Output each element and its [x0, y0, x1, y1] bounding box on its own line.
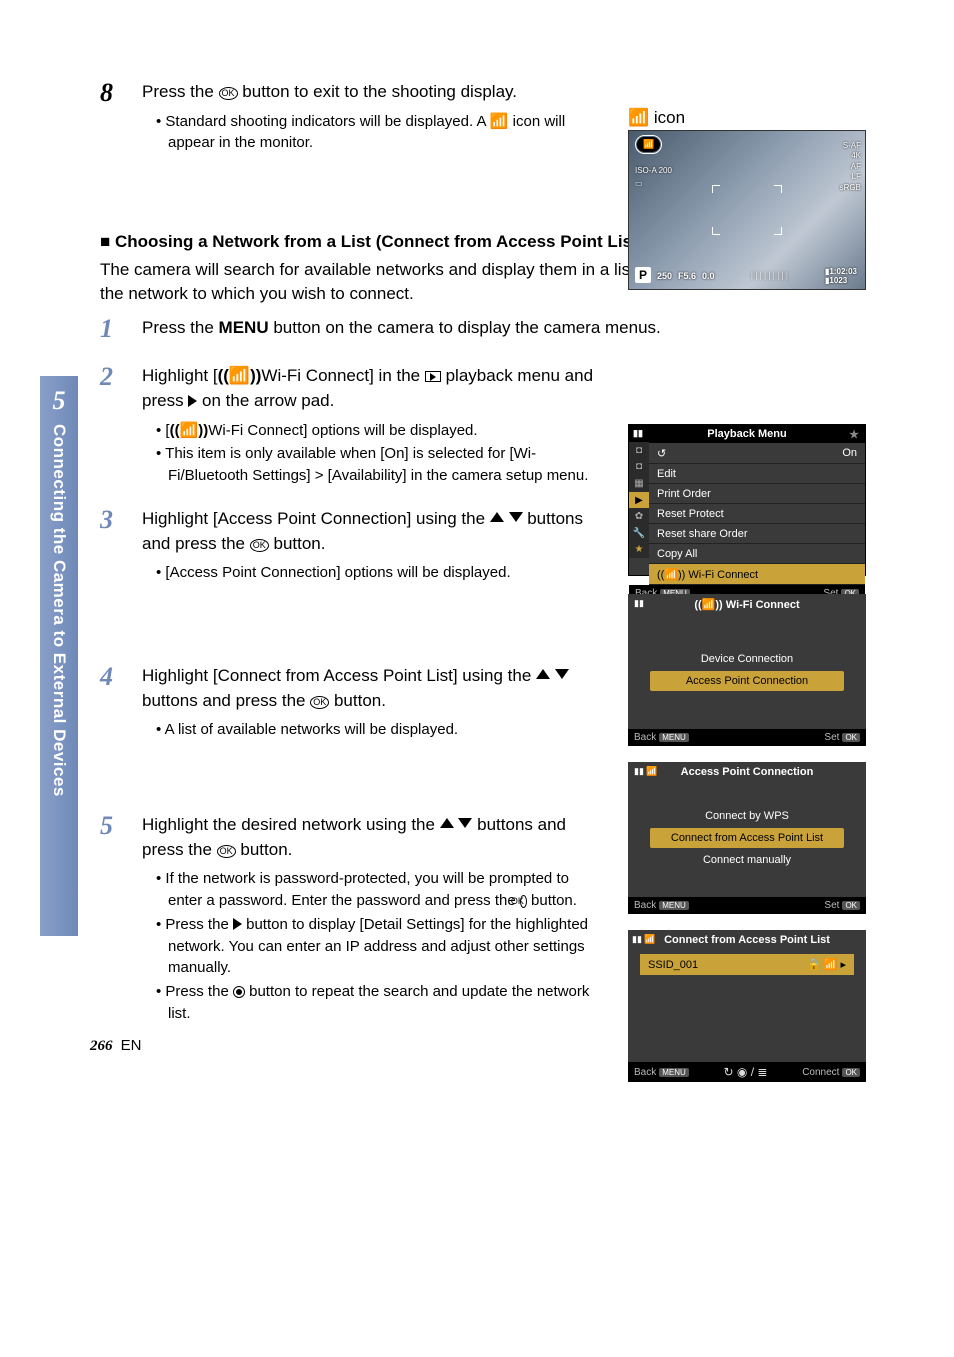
step-text: Press the OK button to exit to the shoot…	[142, 80, 602, 105]
wifi-signal-icon: ((📶))	[170, 422, 209, 439]
shooting-bottom-line: 250 F5.6 0.0 │││││││││ ▮1:02:03▮1023	[657, 267, 857, 285]
page-footer: 266 EN	[90, 1037, 142, 1055]
up-arrow-icon	[440, 818, 454, 828]
option-connect-wps[interactable]: Connect by WPS	[650, 806, 844, 826]
bullet: [((📶))Wi-Fi Connect] options will be dis…	[156, 420, 602, 442]
network-icons: 🔒 📶 ▸	[807, 958, 846, 971]
step-text: Highlight [((📶))Wi-Fi Connect] in the pl…	[142, 364, 602, 413]
set-label: SetOK	[824, 732, 860, 743]
figure-access-point-connection: ▮▮ 📶 Access Point Connection Connect by …	[628, 762, 866, 914]
focus-marks	[712, 185, 782, 235]
page-lang: EN	[121, 1037, 142, 1054]
bullet: This item is only available when [On] is…	[156, 443, 602, 487]
connect-label: ConnectOK	[802, 1067, 860, 1078]
bullet: [Access Point Connection] options will b…	[156, 562, 602, 584]
down-arrow-icon	[458, 818, 472, 828]
mode-badge: P	[635, 267, 651, 283]
ok-icon: OK	[520, 895, 527, 908]
step-number: 8	[100, 80, 124, 156]
page-number: 266	[90, 1038, 113, 1054]
option-connect-manually[interactable]: Connect manually	[650, 850, 844, 870]
figure-playback-menu: ▮▮ Playback Menu ★ ◘◘▦▶✿🔧★ ↺On Edit Prin…	[628, 424, 866, 576]
step-text: Highlight [Connect from Access Point Lis…	[142, 664, 602, 713]
option-access-point-connection[interactable]: Access Point Connection	[650, 671, 844, 691]
bullet: If the network is password-protected, yo…	[156, 868, 602, 912]
ssid-label: SSID_001	[648, 959, 698, 971]
star-icon: ★	[849, 428, 859, 441]
wifi-signal-icon: ((📶))	[218, 366, 262, 385]
figure-shooting-display: 📶 icon 📶 ISO-A 200 ▭ S-AF 4K AF LF sRGB …	[628, 108, 866, 290]
option-device-connection[interactable]: Device Connection	[650, 649, 844, 669]
figure-network-list: ▮▮ 📶 Connect from Access Point List SSID…	[628, 930, 866, 1082]
menu-item[interactable]: Print Order	[649, 484, 865, 504]
menu-title: Playback Menu	[707, 428, 786, 440]
figure-wifi-connect: ▮▮ ((📶)) Wi-Fi Connect Device Connection…	[628, 594, 866, 746]
up-arrow-icon	[490, 512, 504, 522]
screen-title: Access Point Connection	[628, 766, 866, 778]
back-label: BackMENU	[634, 1067, 689, 1078]
step-number: 2	[100, 364, 124, 489]
up-arrow-icon	[536, 669, 550, 679]
ok-icon: OK	[310, 696, 329, 709]
down-arrow-icon	[509, 512, 523, 522]
ok-icon: OK	[250, 539, 269, 552]
step-number: 3	[100, 507, 124, 586]
menu-item[interactable]: Copy All	[649, 544, 865, 564]
menu-item[interactable]: Reset share Order	[649, 524, 865, 544]
right-arrow-icon	[188, 395, 197, 407]
right-arrow-icon	[233, 918, 242, 930]
option-connect-list[interactable]: Connect from Access Point List	[650, 828, 844, 848]
step-text: Press the MENU button on the camera to d…	[142, 316, 866, 341]
shooting-wifi-badge: 📶	[637, 137, 660, 152]
step-number: 4	[100, 664, 124, 743]
bullet: A list of available networks will be dis…	[156, 719, 602, 741]
step-text: Highlight [Access Point Connection] usin…	[142, 507, 602, 556]
screen-title: ((📶)) Wi-Fi Connect	[628, 598, 866, 611]
shooting-right-stack: S-AF 4K AF LF sRGB	[840, 141, 861, 193]
wifi-icon: 📶	[628, 108, 649, 127]
down-arrow-icon	[555, 669, 569, 679]
ok-icon: OK	[217, 845, 236, 858]
wifi-icon-label: 📶 icon	[628, 108, 866, 128]
chapter-title: Connecting the Camera to External Device…	[49, 424, 69, 797]
step-text: Highlight the desired network using the …	[142, 813, 602, 862]
set-label: SetOK	[824, 900, 860, 911]
menu-item[interactable]: Edit	[649, 464, 865, 484]
network-entry[interactable]: SSID_001 🔒 📶 ▸	[640, 954, 854, 975]
playback-icon	[425, 371, 441, 382]
bullet: Press the button to display [Detail Sett…	[156, 914, 602, 979]
step-1: 1 Press the MENU button on the camera to…	[100, 316, 866, 347]
battery-icon: ▮▮	[633, 428, 643, 439]
wifi-icon: 📶	[490, 113, 509, 130]
foot-middle-icons: ↻ ◉ / ≣	[724, 1065, 768, 1079]
step-number: 1	[100, 316, 124, 347]
chapter-tab: 5 Connecting the Camera to External Devi…	[40, 376, 78, 936]
bullet: Standard shooting indicators will be dis…	[156, 111, 602, 155]
chapter-number: 5	[53, 386, 66, 416]
record-icon	[233, 986, 245, 998]
shooting-left-stack: ISO-A 200 ▭	[635, 165, 672, 191]
back-label: BackMENU	[634, 900, 689, 911]
shooting-display-preview: 📶 ISO-A 200 ▭ S-AF 4K AF LF sRGB P 250 F…	[628, 130, 866, 290]
menu-item-wifi-connect[interactable]: ((📶)) Wi-Fi Connect	[649, 564, 865, 585]
step-number: 5	[100, 813, 124, 1027]
back-label: BackMENU	[634, 732, 689, 743]
menu-item[interactable]: ↺On	[649, 443, 865, 464]
screen-title: Connect from Access Point List	[628, 934, 866, 946]
bullet: Press the button to repeat the search an…	[156, 981, 602, 1025]
ok-icon: OK	[219, 87, 238, 100]
menu-item[interactable]: Reset Protect	[649, 504, 865, 524]
